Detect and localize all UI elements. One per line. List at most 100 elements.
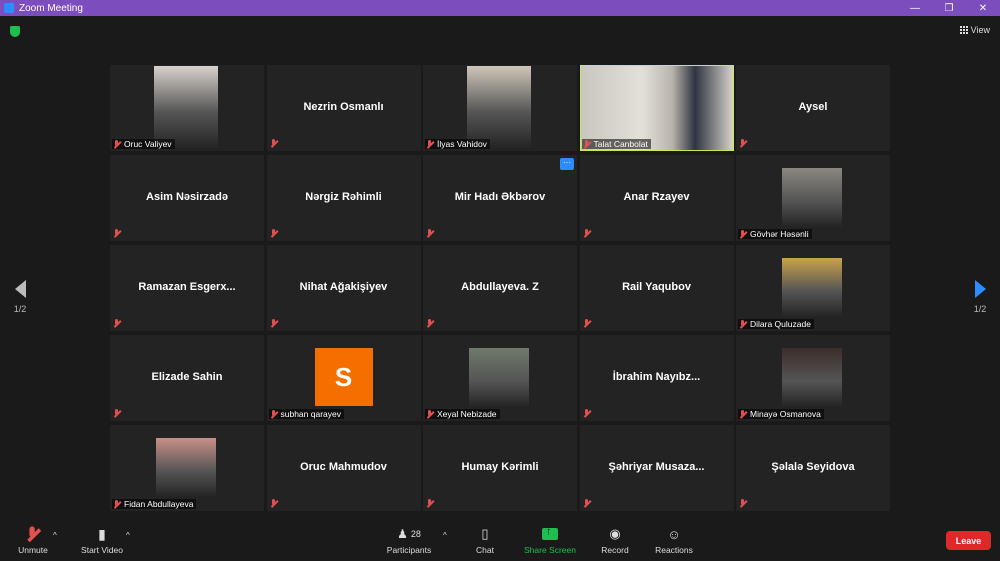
participant-tile[interactable]: İbrahim Nayıbz... bbox=[579, 335, 734, 421]
muted-mic-icon bbox=[426, 499, 434, 508]
participant-name: subhan qarayev bbox=[280, 409, 342, 419]
participant-tile[interactable]: Oruc Mahmudov bbox=[266, 425, 421, 511]
participant-video bbox=[156, 438, 216, 498]
muted-mic-icon bbox=[739, 499, 747, 508]
chat-button[interactable]: ▯ Chat bbox=[470, 525, 500, 555]
muted-mic-icon bbox=[270, 409, 278, 419]
participant-name: Asim Nəsirzadə bbox=[146, 191, 228, 203]
participant-tile[interactable]: Humay Kərimli bbox=[423, 425, 577, 511]
participant-name: Mir Hadı Əkbərov bbox=[454, 191, 546, 203]
participant-tile[interactable]: İlyas Vahidov bbox=[423, 65, 577, 151]
participant-name: Ramazan Esgerx... bbox=[138, 281, 236, 293]
participant-video bbox=[782, 348, 842, 408]
participants-count: 28 bbox=[410, 529, 421, 539]
participant-video bbox=[467, 66, 531, 150]
participant-name: Nezrin Osmanlı bbox=[303, 101, 384, 113]
participants-button[interactable]: ♟ 28 Participants bbox=[384, 525, 434, 555]
participant-video bbox=[782, 168, 842, 228]
share-screen-button[interactable]: Share Screen bbox=[522, 525, 578, 555]
participant-tile[interactable]: Gövhər Həsənli bbox=[736, 155, 890, 241]
participant-label: Xeyal Nebizade bbox=[425, 409, 500, 419]
participant-tile[interactable]: Fidan Abdullayeva bbox=[110, 425, 264, 511]
security-shield-icon[interactable] bbox=[10, 26, 20, 37]
participant-tile[interactable]: Dilara Quluzade bbox=[736, 245, 890, 331]
participant-video bbox=[154, 66, 218, 150]
start-video-button[interactable]: ▮ Start Video bbox=[76, 525, 128, 556]
record-icon: ◉ bbox=[609, 526, 621, 541]
muted-mic-icon bbox=[113, 139, 121, 149]
participant-tile[interactable]: Abdullayeva. Z bbox=[423, 245, 577, 331]
previous-page-button[interactable]: 1/2 bbox=[8, 280, 32, 314]
participant-name: Şəhriyar Musaza... bbox=[608, 461, 705, 473]
chat-label: Chat bbox=[476, 545, 494, 555]
muted-mic-icon bbox=[739, 409, 747, 419]
view-button[interactable]: View bbox=[959, 25, 990, 35]
muted-mic-icon bbox=[426, 229, 434, 238]
participant-tile[interactable]: Nezrin Osmanlı bbox=[266, 65, 421, 151]
participant-tile[interactable]: Asim Nəsirzadə bbox=[110, 155, 264, 241]
share-screen-icon bbox=[542, 526, 558, 540]
muted-mic-icon bbox=[426, 409, 434, 419]
muted-mic-icon bbox=[113, 409, 121, 418]
participant-tile[interactable]: Nihat Ağakişiyev bbox=[266, 245, 421, 331]
participant-tile[interactable]: Anar Rzayev bbox=[579, 155, 734, 241]
audio-options-caret[interactable]: ^ bbox=[53, 531, 57, 540]
unmute-button[interactable]: Unmute bbox=[14, 525, 52, 555]
participant-label: İlyas Vahidov bbox=[425, 139, 490, 149]
record-label: Record bbox=[601, 545, 629, 555]
participant-tile[interactable]: Minayə Osmanova bbox=[736, 335, 890, 421]
close-button[interactable]: ✕ bbox=[966, 3, 1000, 14]
participants-options-caret[interactable]: ^ bbox=[443, 531, 447, 540]
participant-tile[interactable]: Talat Canbolat bbox=[579, 65, 734, 151]
participant-name: Abdullayeva. Z bbox=[461, 281, 539, 293]
next-page-button[interactable]: 1/2 bbox=[968, 280, 992, 314]
view-label: View bbox=[970, 25, 990, 35]
participants-label: Participants bbox=[386, 545, 432, 555]
record-button[interactable]: ◉ Record bbox=[598, 525, 632, 555]
participant-label: subhan qarayev bbox=[268, 409, 344, 419]
participant-tile[interactable]: Mir Hadı Əkbərov ··· bbox=[423, 155, 577, 241]
participant-tile[interactable]: Şəhriyar Musaza... bbox=[579, 425, 734, 511]
participant-name: Talat Canbolat bbox=[593, 139, 648, 149]
muted-mic-icon bbox=[583, 229, 591, 238]
participant-name: İlyas Vahidov bbox=[437, 139, 487, 149]
restore-button[interactable]: ❐ bbox=[932, 3, 966, 14]
muted-mic-icon bbox=[583, 139, 591, 149]
participant-tile[interactable]: Ramazan Esgerx... bbox=[110, 245, 264, 331]
page-indicator-right: 1/2 bbox=[973, 304, 987, 314]
participant-name: Oruc Valiyev bbox=[124, 139, 172, 149]
minimize-button[interactable]: — bbox=[898, 3, 932, 14]
leave-button[interactable]: Leave bbox=[946, 531, 991, 550]
share-screen-label: Share Screen bbox=[524, 545, 576, 555]
muted-mic-icon bbox=[739, 229, 747, 239]
muted-mic-icon bbox=[583, 319, 591, 328]
participant-name: Xeyal Nebizade bbox=[437, 409, 497, 419]
arrow-left-icon bbox=[14, 280, 26, 298]
participant-name: Anar Rzayev bbox=[623, 191, 690, 203]
participant-video bbox=[469, 348, 529, 408]
video-off-icon: ▮ bbox=[98, 525, 106, 542]
participant-tile[interactable]: Ssubhan qarayev bbox=[266, 335, 421, 421]
participant-name: Humay Kərimli bbox=[461, 461, 539, 473]
video-options-caret[interactable]: ^ bbox=[126, 531, 130, 540]
muted-mic-icon bbox=[270, 319, 278, 328]
arrow-right-icon bbox=[974, 280, 986, 298]
participant-name: Oruc Mahmudov bbox=[300, 461, 387, 473]
muted-mic-icon bbox=[113, 319, 121, 328]
reactions-button[interactable]: ☺ Reactions bbox=[652, 525, 696, 556]
muted-mic-icon bbox=[270, 499, 278, 508]
participant-tile[interactable]: Nərgiz Rəhimli bbox=[266, 155, 421, 241]
participant-name: Dilara Quluzade bbox=[750, 319, 811, 329]
participant-name: Nərgiz Rəhimli bbox=[305, 191, 382, 203]
participant-name: Aysel bbox=[798, 101, 828, 113]
participant-tile[interactable]: Rail Yaqubov bbox=[579, 245, 734, 331]
participant-tile[interactable]: Şəlalə Seyidova bbox=[736, 425, 890, 511]
participant-tile[interactable]: Elizade Sahin bbox=[110, 335, 264, 421]
video-gallery: Oruc Valiyev Nezrin Osmanlı İlyas Vahidov T… bbox=[110, 65, 890, 513]
muted-mic-icon bbox=[583, 499, 591, 508]
participant-tile[interactable]: Xeyal Nebizade bbox=[423, 335, 577, 421]
participant-name: Nihat Ağakişiyev bbox=[299, 281, 388, 293]
more-options-button[interactable]: ··· bbox=[560, 158, 574, 170]
participant-tile[interactable]: Aysel bbox=[736, 65, 890, 151]
participant-tile[interactable]: Oruc Valiyev bbox=[110, 65, 264, 151]
